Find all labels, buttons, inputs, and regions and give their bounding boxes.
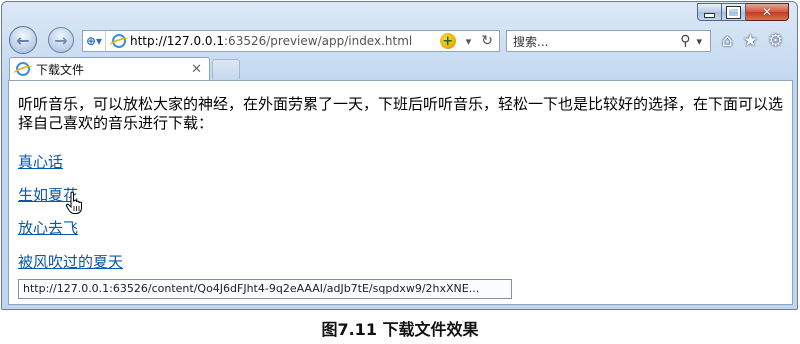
figure-caption: 图7.11 下载文件效果: [321, 320, 479, 339]
forward-arrow-icon: →: [54, 30, 68, 50]
navigation-bar: ← → ⊕▾ http://127.0.0.1:63526/preview/ap…: [2, 24, 797, 56]
new-tab-button[interactable]: [212, 59, 240, 79]
page-content: 听听音乐，可以放松大家的神经，在外面劳累了一天，下班后听听音乐，轻松一下也是比较…: [8, 80, 793, 305]
minimize-icon: [704, 12, 715, 18]
tab-strip: 下载文件 ✕: [2, 56, 797, 80]
gear-icon[interactable]: ⚙: [768, 31, 783, 51]
song-link[interactable]: 被风吹过的夏天: [18, 251, 123, 272]
magnifier-icon[interactable]: ⚲: [680, 33, 690, 49]
hand-cursor-icon: [65, 191, 82, 214]
tab-ie-icon: [16, 62, 30, 76]
search-box[interactable]: 搜索... ⚲ ▾: [506, 30, 711, 52]
refresh-icon[interactable]: ↻: [481, 33, 493, 49]
address-bar[interactable]: ⊕▾ http://127.0.0.1:63526/preview/app/in…: [82, 30, 500, 52]
forward-button[interactable]: →: [48, 27, 74, 53]
back-button[interactable]: ←: [9, 26, 37, 54]
maximize-button[interactable]: [722, 3, 746, 21]
status-url-tooltip: http://127.0.0.1:63526/content/Qo4J6dFJh…: [18, 279, 512, 299]
close-button[interactable]: ✕: [746, 3, 789, 21]
home-icon[interactable]: ⌂: [722, 31, 733, 51]
song-link[interactable]: 放心去飞: [18, 217, 78, 238]
back-arrow-icon: ←: [16, 30, 30, 50]
security-shield-icon[interactable]: ⊕▾: [83, 31, 106, 51]
tab-active[interactable]: 下载文件 ✕: [9, 57, 210, 80]
maximize-icon: [726, 5, 741, 19]
window-controls: ✕: [697, 3, 789, 21]
ie-logo-icon: [112, 34, 126, 48]
browser-window: ✕ ← → ⊕▾ http://127.0.0.1:63526/preview/…: [1, 1, 798, 310]
star-icon[interactable]: ★: [743, 31, 758, 51]
url-text[interactable]: http://127.0.0.1:63526/preview/app/index…: [130, 34, 440, 48]
compatibility-view-icon[interactable]: +: [439, 33, 456, 49]
search-input[interactable]: 搜索...: [507, 33, 680, 50]
dropdown-icon[interactable]: ▾: [466, 35, 472, 48]
tab-close-icon[interactable]: ✕: [191, 62, 209, 77]
search-dropdown-icon[interactable]: ▾: [696, 35, 702, 48]
close-icon: ✕: [761, 5, 773, 19]
tab-title: 下载文件: [36, 62, 85, 77]
intro-paragraph: 听听音乐，可以放松大家的神经，在外面劳累了一天，下班后听听音乐，轻松一下也是比较…: [18, 96, 784, 132]
minimize-button[interactable]: [697, 3, 722, 21]
song-link[interactable]: 真心话: [18, 151, 63, 172]
